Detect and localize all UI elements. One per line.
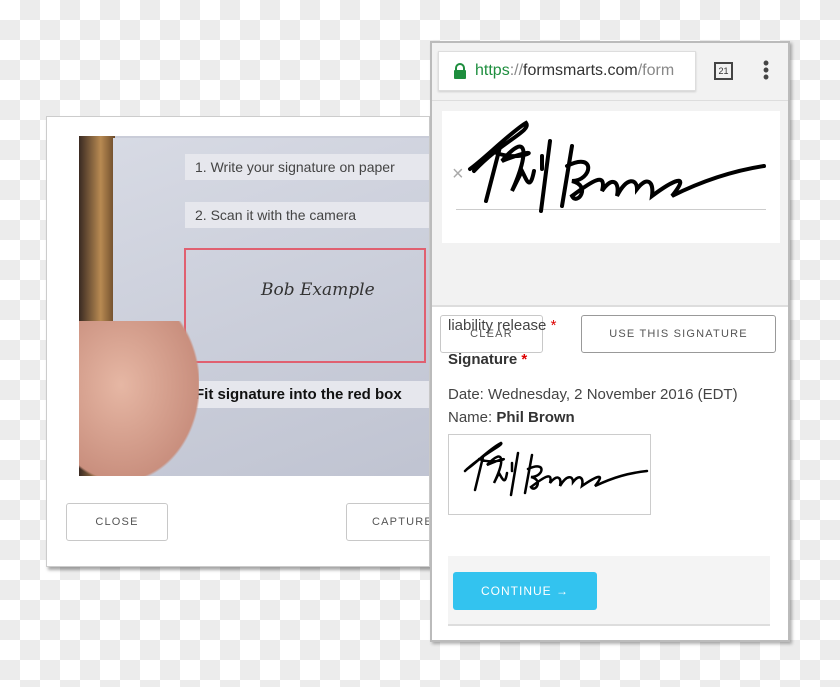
close-button[interactable]: CLOSE <box>66 503 168 541</box>
capture-button[interactable]: CAPTURE <box>346 503 429 541</box>
drawn-signature <box>468 120 766 213</box>
instruction-step-1: 1. Write your signature on paper <box>185 154 429 180</box>
liability-release-label: liability release <box>448 317 547 334</box>
signature-image <box>463 441 649 497</box>
required-marker: * <box>521 351 528 368</box>
signature-label: Signature <box>448 351 518 368</box>
signature-pad[interactable]: × <box>442 111 780 243</box>
sample-signature: Bob Example <box>261 280 375 300</box>
url-separator: :// <box>509 62 524 79</box>
lock-icon <box>454 63 466 79</box>
mobile-browser: https://formsmarts.com/form 21 • • • × CLE… <box>430 41 790 642</box>
camera-preview: 1. Write your signature on paper 2. Scan… <box>79 136 429 476</box>
form-footer: CONTINUE → <box>448 556 770 626</box>
overflow-menu-icon[interactable]: • • • <box>762 54 770 86</box>
fit-hint: Fit signature into the red box <box>185 381 429 408</box>
url-path: /form <box>637 62 675 79</box>
signature-date: Date: Wednesday, 2 November 2016 (EDT) <box>448 386 738 403</box>
camera-capture-dialog: 1. Write your signature on paper 2. Scan… <box>46 116 430 567</box>
url-domain: formsmarts.com <box>523 62 638 79</box>
url-scheme: https <box>475 62 510 79</box>
browser-toolbar: https://formsmarts.com/form 21 • • • <box>432 43 788 101</box>
signature-preview <box>448 434 651 515</box>
address-bar[interactable]: https://formsmarts.com/form <box>438 51 696 91</box>
signer-name: Phil Brown <box>496 409 575 426</box>
required-marker: * <box>550 317 557 334</box>
hand-image <box>79 321 199 476</box>
signature-guide-box: Bob Example <box>184 248 426 363</box>
tab-switcher-icon[interactable]: 21 <box>714 62 733 80</box>
name-prefix: Name: <box>448 409 493 426</box>
signature-panel: × CLEAR USE THIS SIGNATURE <box>432 101 788 353</box>
instruction-step-2: 2. Scan it with the camera <box>185 202 429 228</box>
form-content: liability release * Signature * Date: We… <box>432 307 788 523</box>
continue-button[interactable]: CONTINUE → <box>453 572 597 610</box>
